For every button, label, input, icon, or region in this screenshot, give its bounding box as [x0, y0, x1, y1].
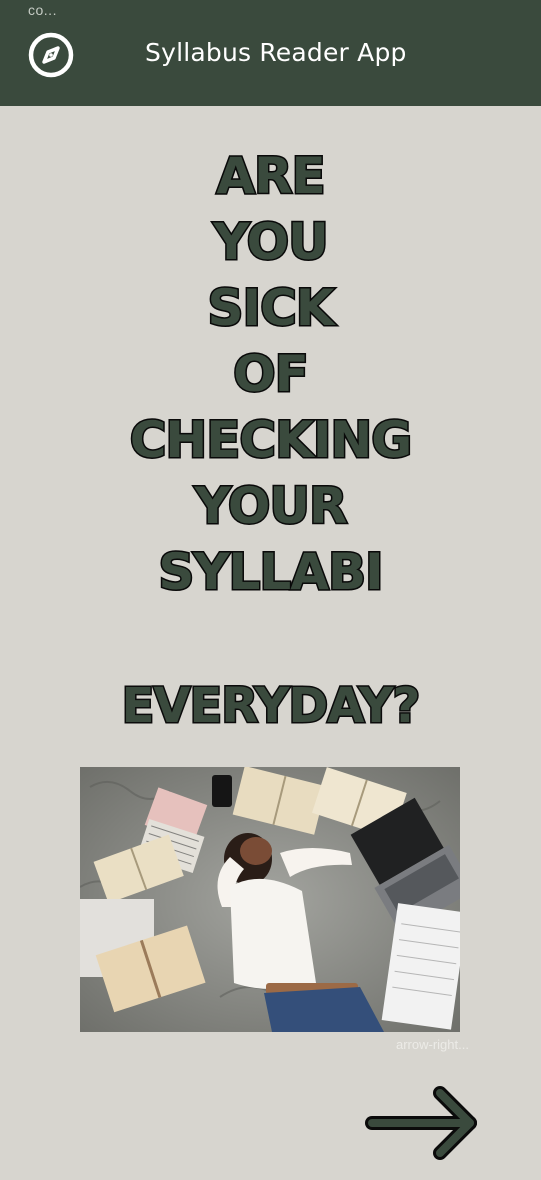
headline-line: CHECKING	[128, 410, 414, 471]
headline-line: SICK	[206, 278, 336, 339]
headline-line: ARE	[215, 146, 327, 207]
arrow-label: arrow-right...	[396, 1037, 469, 1052]
student-overwhelmed-image	[80, 767, 460, 1032]
headline-line: OF	[232, 344, 311, 405]
compass-icon[interactable]	[27, 31, 75, 79]
app-title: Syllabus Reader App	[145, 38, 407, 67]
headline-everyday: EVERYDAY?	[120, 677, 422, 736]
headline-line: YOUR	[193, 476, 349, 537]
arrow-right-icon[interactable]	[364, 1085, 484, 1161]
status-text: co...	[28, 2, 57, 18]
headline-line: YOU	[212, 212, 331, 273]
app-header: co... Syllabus Reader App	[0, 0, 541, 106]
headline-line: SYLLABI	[157, 542, 385, 603]
headline: ARE YOU SICK OF CHECKING YOUR SYLLABI	[0, 143, 541, 605]
